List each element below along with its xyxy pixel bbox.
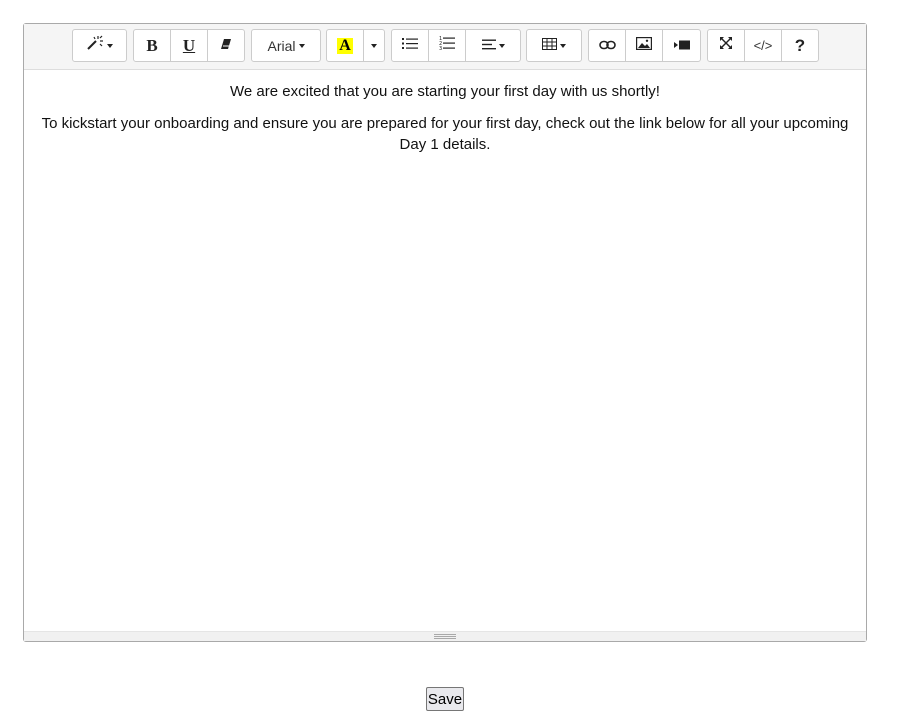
content-paragraph: We are excited that you are starting you… bbox=[230, 83, 660, 100]
underline-icon: U bbox=[182, 35, 196, 55]
table-icon bbox=[542, 37, 557, 55]
insert-group bbox=[588, 29, 701, 62]
editor-content-area[interactable]: We are excited that you are starting you… bbox=[24, 70, 866, 632]
chevron-down-icon bbox=[298, 43, 305, 48]
font-name-dropdown[interactable]: Arial bbox=[252, 30, 320, 61]
color-group: A bbox=[326, 29, 385, 62]
color-dropdown-button[interactable] bbox=[364, 30, 384, 61]
insert-video-button[interactable] bbox=[663, 30, 700, 61]
chevron-down-icon bbox=[371, 43, 377, 48]
fullscreen-button[interactable] bbox=[708, 30, 745, 61]
unordered-list-button[interactable] bbox=[392, 30, 429, 61]
style-group bbox=[72, 29, 127, 62]
resize-handle-icon[interactable] bbox=[434, 634, 456, 639]
view-group: </> ? bbox=[707, 29, 819, 62]
editor-statusbar bbox=[24, 631, 866, 641]
bold-button[interactable]: B bbox=[134, 30, 171, 61]
style-dropdown-button[interactable] bbox=[73, 30, 126, 61]
fullscreen-icon bbox=[719, 36, 733, 55]
image-icon bbox=[636, 36, 653, 55]
code-icon: </> bbox=[753, 38, 773, 53]
table-group bbox=[526, 29, 582, 62]
chevron-down-icon bbox=[107, 43, 113, 48]
underline-button[interactable]: U bbox=[171, 30, 208, 61]
font-group: Arial bbox=[251, 29, 321, 62]
ordered-list-button[interactable]: 1 2 3 bbox=[429, 30, 466, 61]
save-button[interactable]: Save bbox=[426, 687, 464, 711]
eraser-icon bbox=[220, 37, 232, 55]
format-group: B U bbox=[133, 29, 245, 62]
code-view-button[interactable]: </> bbox=[745, 30, 782, 61]
insert-image-button[interactable] bbox=[626, 30, 663, 61]
chevron-down-icon bbox=[498, 43, 505, 48]
font-name-label: Arial bbox=[267, 37, 296, 54]
video-icon bbox=[673, 37, 690, 55]
magic-icon bbox=[86, 35, 104, 56]
ordered-list-icon: 1 2 3 bbox=[439, 36, 455, 55]
paragraph-group: 1 2 3 bbox=[391, 29, 521, 62]
highlight-color-button[interactable]: A bbox=[327, 30, 364, 61]
content-paragraph: To kickstart your onboarding and ensure … bbox=[41, 115, 849, 153]
align-icon bbox=[481, 37, 496, 55]
clear-format-button[interactable] bbox=[208, 30, 244, 61]
help-button[interactable]: ? bbox=[782, 30, 818, 61]
bold-icon: B bbox=[146, 35, 158, 55]
highlight-icon: A bbox=[337, 36, 353, 54]
align-dropdown-button[interactable] bbox=[466, 30, 520, 61]
insert-link-button[interactable] bbox=[589, 30, 626, 61]
link-icon bbox=[598, 37, 616, 55]
rich-text-editor: B U Arial A 1 2 3 </> ? We are excited t… bbox=[23, 23, 867, 642]
table-dropdown-button[interactable] bbox=[527, 30, 581, 61]
chevron-down-icon bbox=[560, 43, 566, 48]
help-icon: ? bbox=[794, 35, 806, 55]
unordered-list-icon bbox=[402, 37, 418, 55]
svg-text:3: 3 bbox=[439, 46, 442, 50]
editor-toolbar: B U Arial A 1 2 3 </> ? bbox=[24, 24, 866, 70]
